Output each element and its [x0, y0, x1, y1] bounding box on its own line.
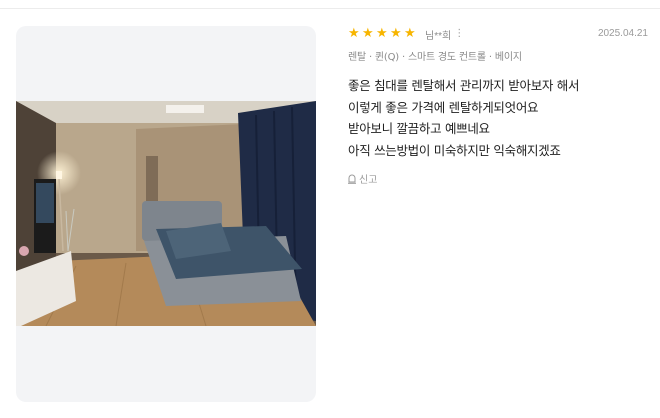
- review-date: 2025.04.21: [597, 28, 648, 39]
- star-icon: ★: [390, 26, 402, 41]
- review-photo[interactable]: [16, 101, 316, 326]
- star-icon: ★: [376, 26, 388, 41]
- more-vertical-icon[interactable]: ⋮: [454, 26, 464, 42]
- review-body-line: 이렇게 좋은 가격에 렌탈하게되엇어요: [348, 99, 539, 115]
- star-rating: ★ ★ ★ ★ ★: [348, 26, 417, 42]
- report-button[interactable]: 신고: [348, 171, 377, 186]
- purchased-option: 렌탈 · 퀸(Q) · 스마트 경도 컨트롤 · 베이지: [348, 52, 522, 63]
- review-body-line: 아직 쓰는방법이 미숙하지만 익숙해지겠죠: [348, 142, 561, 158]
- report-siren-icon: [348, 174, 356, 184]
- report-label: 신고: [359, 175, 378, 186]
- star-icon: ★: [404, 26, 416, 41]
- review-author: 님**희: [425, 30, 452, 42]
- review-body: 좋은 침대를 렌탈해서 관리까지 받아보자 해서 이렇게 좋은 가격에 렌탈하게…: [348, 75, 648, 161]
- review-photo-card[interactable]: [16, 26, 316, 402]
- star-icon: ★: [362, 26, 374, 41]
- top-divider: [0, 8, 660, 9]
- review-body-line: 받아보니 깔끔하고 예쁘네요: [348, 121, 490, 136]
- star-icon: ★: [348, 26, 360, 41]
- bedroom-photo-image: [16, 101, 316, 326]
- rating-row: ★ ★ ★ ★ ★ 님**희 ⋮ 2025.04.21: [348, 26, 648, 42]
- review-content: ★ ★ ★ ★ ★ 님**희 ⋮ 2025.04.21 렌탈 · 퀸(Q) · …: [348, 26, 648, 186]
- review-body-line: 좋은 침대를 렌탈해서 관리까지 받아보자 해서: [348, 78, 580, 93]
